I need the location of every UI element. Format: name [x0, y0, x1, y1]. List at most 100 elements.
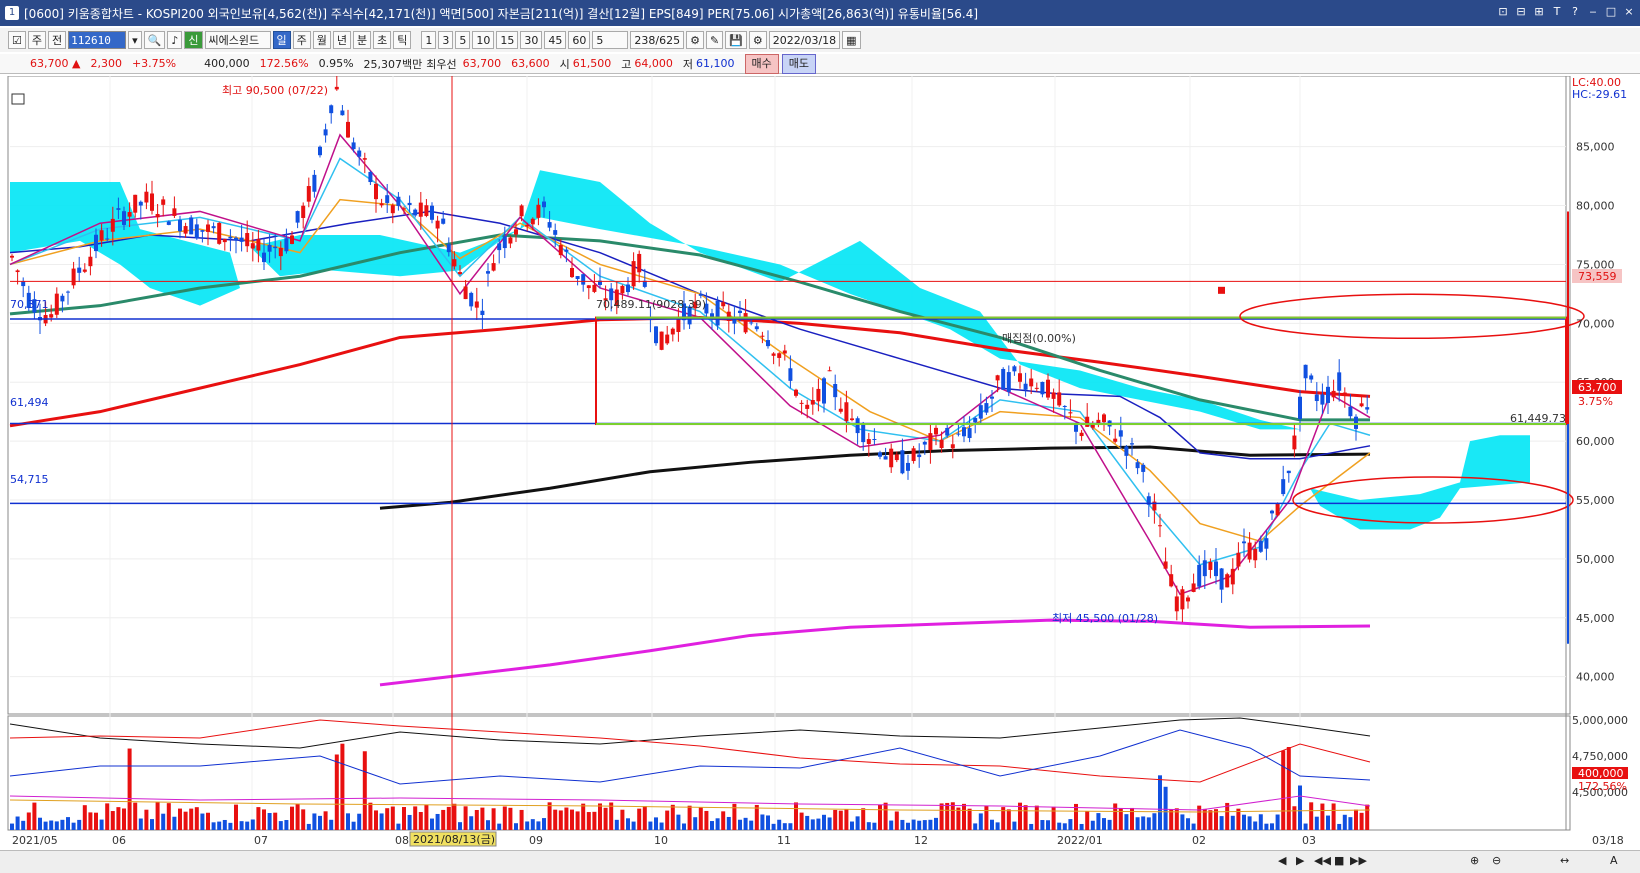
- candle-body: [256, 239, 261, 251]
- volume-bar: [49, 820, 54, 830]
- candle-body: [984, 403, 989, 413]
- volume-bar: [1046, 820, 1050, 830]
- scroll-right-icon[interactable]: ▶: [1296, 854, 1304, 867]
- stock-code-input[interactable]: [68, 31, 127, 49]
- close-icon[interactable]: ×: [1622, 4, 1636, 20]
- volume-bar: [1158, 775, 1162, 830]
- forward-icon[interactable]: ▶▶: [1350, 854, 1367, 867]
- candle-body: [351, 142, 356, 150]
- candle-body: [564, 249, 569, 252]
- auto-icon[interactable]: A: [1610, 854, 1618, 867]
- dropdown-icon[interactable]: ▾: [128, 31, 142, 49]
- window-buttons: ⊡ ⊟ ⊞ T ? ‒ □ ×: [1496, 4, 1636, 20]
- checkbox-icon[interactable]: ☑: [8, 31, 26, 49]
- zoom-in-icon[interactable]: ⊕: [1470, 854, 1479, 867]
- stop-icon[interactable]: ■: [1334, 854, 1344, 867]
- volume-bar: [1186, 818, 1190, 830]
- candle-body: [928, 433, 933, 451]
- save-icon[interactable]: 💾: [725, 31, 747, 49]
- candle-body: [626, 284, 630, 293]
- y-tick-label: 85,000: [1576, 141, 1615, 154]
- candle-body: [127, 212, 132, 217]
- candle-body: [77, 267, 82, 273]
- interval-60[interactable]: 60: [568, 31, 591, 49]
- cascade-icon[interactable]: ⊞: [1532, 4, 1546, 20]
- interval-30[interactable]: 30: [520, 31, 543, 49]
- candle-body: [676, 318, 681, 332]
- volume-bar: [1314, 816, 1319, 830]
- fit-icon[interactable]: ↔: [1560, 854, 1569, 867]
- chart-type-icon[interactable]: ✎: [705, 31, 724, 49]
- volume-bar: [614, 819, 619, 830]
- interval-5[interactable]: 5: [455, 31, 471, 49]
- scroll-left-icon[interactable]: ◀: [1278, 854, 1286, 867]
- gear-icon[interactable]: ⚙: [748, 31, 767, 49]
- status-bar: ◀ ▶ ◀◀ ■ ▶▶ ⊕ ⊖ ↔ A: [0, 850, 1640, 873]
- candle-body: [900, 450, 905, 474]
- interval-1[interactable]: 1: [421, 31, 437, 49]
- candle-body: [1018, 373, 1022, 382]
- volume-bar: [1247, 816, 1252, 830]
- candle-body: [1275, 503, 1280, 516]
- x-tick-label: 07: [254, 834, 268, 847]
- period-year[interactable]: 년: [332, 31, 352, 49]
- volume-bar: [911, 819, 916, 830]
- buy-button[interactable]: 매수: [744, 53, 779, 74]
- tile-icon[interactable]: ⊟: [1514, 4, 1528, 20]
- volume-bar: [206, 812, 210, 830]
- interval-3[interactable]: 3: [438, 31, 454, 49]
- minimize-icon[interactable]: ‒: [1586, 4, 1600, 20]
- period-tick[interactable]: 틱: [393, 31, 412, 49]
- volume-bar: [794, 802, 798, 830]
- count-select[interactable]: 5: [592, 31, 629, 49]
- volume-bar: [211, 822, 216, 830]
- volume-bar: [1012, 821, 1017, 830]
- candle-body: [514, 229, 518, 235]
- candle-body: [782, 350, 787, 354]
- candle-body: [480, 310, 485, 316]
- font-icon[interactable]: T: [1550, 4, 1564, 20]
- help-icon[interactable]: ?: [1568, 4, 1582, 20]
- interval-15[interactable]: 15: [496, 31, 519, 49]
- interval-45[interactable]: 45: [544, 31, 567, 49]
- volume-bar: [1337, 823, 1342, 830]
- candle-body: [939, 439, 944, 449]
- volume-bar: [1062, 823, 1067, 830]
- interval-10[interactable]: 10: [472, 31, 495, 49]
- candle-body: [284, 238, 289, 252]
- candle-body: [497, 243, 502, 251]
- calendar-icon[interactable]: ▦: [842, 31, 861, 49]
- price-chart[interactable]: 85,00080,00075,00070,00065,00060,00055,0…: [0, 76, 1640, 850]
- rewind-icon[interactable]: ◀◀: [1314, 854, 1331, 867]
- period-day[interactable]: 일: [272, 31, 291, 49]
- period-second[interactable]: 초: [373, 31, 392, 49]
- speaker-icon[interactable]: ♪: [167, 31, 183, 49]
- market-select[interactable]: 주: [27, 31, 46, 49]
- period-week[interactable]: 주: [292, 31, 311, 49]
- volume-bar: [110, 811, 115, 830]
- box-label: 70,489.11(9028.39): [596, 298, 706, 311]
- restore-icon[interactable]: ⊡: [1496, 4, 1510, 20]
- candle-body: [631, 261, 636, 287]
- volume-bar: [161, 813, 166, 830]
- volume-bar: [934, 817, 938, 830]
- sell-button[interactable]: 매도: [781, 53, 817, 74]
- period-month[interactable]: 월: [312, 31, 331, 49]
- period-minute[interactable]: 분: [353, 31, 372, 49]
- search-icon[interactable]: 🔍: [143, 31, 166, 49]
- candle-body: [872, 439, 877, 441]
- volume-bar: [1230, 815, 1235, 830]
- candle-body: [323, 129, 328, 136]
- candle-body: [312, 174, 317, 192]
- candle-body: [530, 218, 535, 225]
- all-button[interactable]: 전: [48, 31, 67, 49]
- volume-bar: [245, 821, 250, 830]
- volume-bar: [1006, 809, 1011, 830]
- x-tick-label: 09: [529, 834, 543, 847]
- volume-bar: [553, 809, 558, 830]
- zoom-out-icon[interactable]: ⊖: [1492, 854, 1501, 867]
- maximize-icon[interactable]: □: [1604, 4, 1618, 20]
- settings-icon[interactable]: ⚙: [686, 31, 704, 49]
- candle-body: [1034, 387, 1039, 389]
- date-input[interactable]: 2022/03/18: [768, 31, 841, 49]
